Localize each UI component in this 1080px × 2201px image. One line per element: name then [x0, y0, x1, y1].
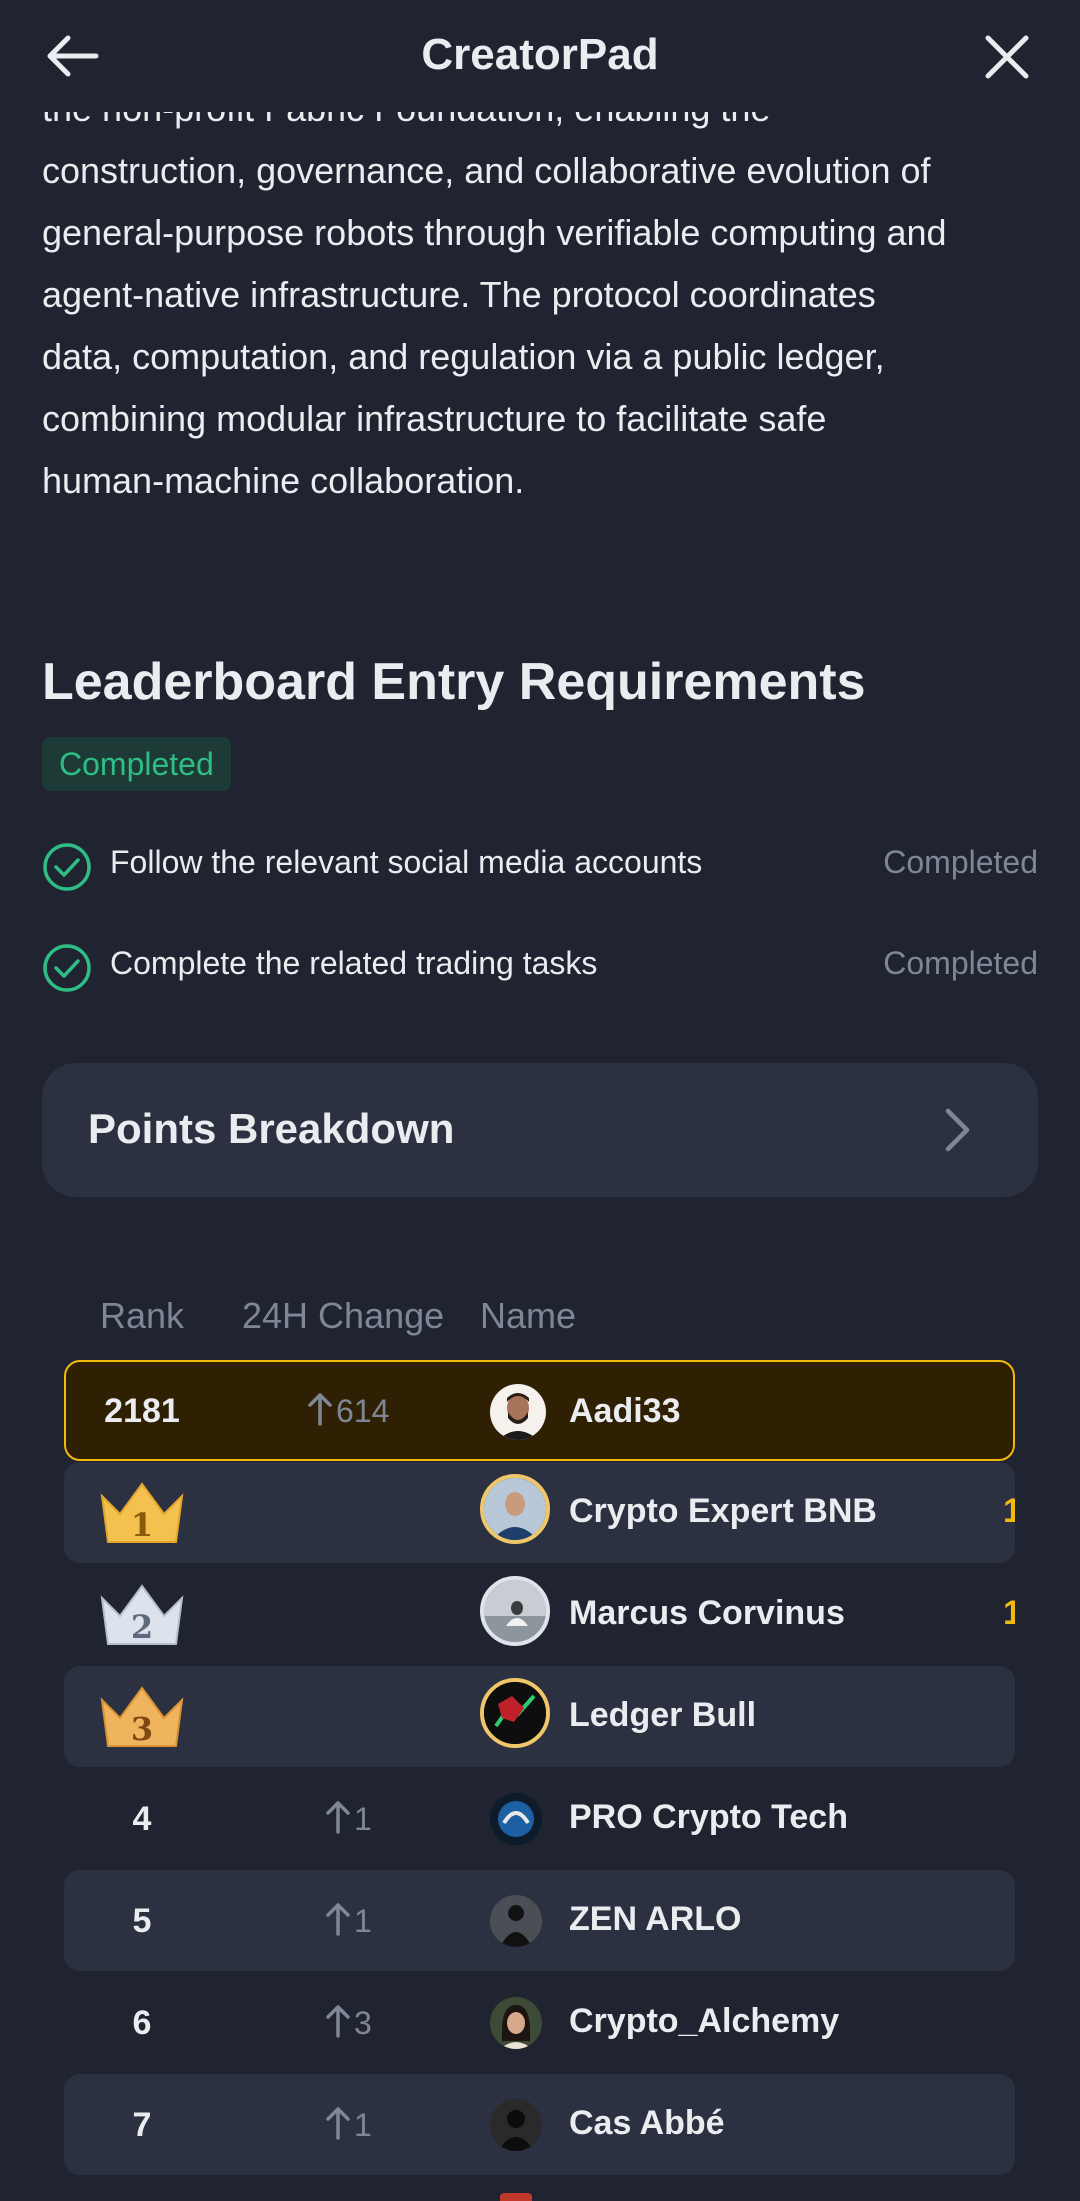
page-title: CreatorPad — [421, 30, 659, 79]
arrow-up-icon — [326, 2005, 350, 2038]
description-line: combining modular infrastructure to faci… — [42, 398, 827, 439]
rank-change-value: 1 — [354, 1903, 372, 1939]
table-row[interactable]: 3 Ledger Bull — [64, 1666, 1015, 1767]
user-points: 1 — [1003, 1492, 1015, 1530]
avatar — [490, 1384, 546, 1440]
avatar — [490, 1997, 542, 2049]
requirements-title: Leaderboard Entry Requirements — [42, 653, 866, 711]
table-row[interactable]: 7 1 Cas Abbé — [64, 2074, 1015, 2175]
gold-crown-icon: 1 — [100, 1482, 184, 1544]
rank-number: 5 — [132, 1902, 152, 1940]
rank-change: 614 — [308, 1392, 389, 1430]
top-bar: CreatorPad — [0, 0, 1080, 112]
avatar — [490, 1793, 542, 1845]
rank-change: 1 — [326, 2106, 372, 2144]
avatar — [480, 1474, 550, 1544]
rank-change-value: 614 — [336, 1393, 390, 1429]
user-name: Cas Abbé — [569, 2104, 725, 2142]
requirement-label: Complete the related trading tasks — [110, 945, 598, 981]
points-breakdown-label: Points Breakdown — [88, 1105, 455, 1152]
avatar — [480, 1678, 550, 1748]
check-circle-icon — [43, 944, 91, 992]
user-name: ZEN ARLO — [569, 1900, 742, 1938]
status-badge: Completed — [42, 737, 231, 791]
rank-number: 2181 — [104, 1392, 180, 1430]
requirement-status: Completed — [883, 844, 1038, 880]
requirement-status: Completed — [883, 945, 1038, 981]
description-line: agent-native infrastructure. The protoco… — [42, 274, 876, 315]
description-line: human-machine collaboration. — [42, 460, 525, 501]
table-row[interactable]: 5 1 ZEN ARLO — [64, 1870, 1015, 1971]
rank-number: 7 — [132, 2106, 152, 2144]
description-line: data, computation, and regulation via a … — [42, 336, 885, 377]
table-row[interactable]: 4 1 PRO Crypto Tech — [64, 1768, 1015, 1869]
rank-change: 1 — [326, 1902, 372, 1940]
avatar — [490, 2099, 542, 2151]
silver-crown-icon: 2 — [100, 1584, 184, 1646]
description-line: construction, governance, and collaborat… — [42, 150, 931, 191]
table-row[interactable]: 6 3 Crypto_Alchemy — [64, 1972, 1015, 2073]
crown-rank: 3 — [131, 1710, 153, 1748]
column-header-change: 24H Change — [242, 1295, 445, 1336]
leaderboard-list: 2181 614 Aadi33 1 Crypto Expert BNB 1 2 … — [64, 1360, 1015, 2201]
bronze-crown-icon: 3 — [100, 1686, 184, 1748]
arrow-up-icon — [308, 1393, 332, 1426]
points-breakdown-button[interactable]: Points Breakdown — [42, 1063, 1038, 1197]
user-name: Ledger Bull — [569, 1696, 757, 1734]
table-row[interactable]: 1 Crypto Expert BNB 1 — [64, 1462, 1015, 1563]
arrow-up-icon — [326, 2107, 350, 2140]
close-icon[interactable] — [984, 34, 1030, 80]
column-header-rank: Rank — [100, 1295, 185, 1336]
requirement-item: Follow the relevant social media account… — [42, 836, 1038, 896]
user-name: Marcus Corvinus — [569, 1594, 845, 1632]
user-name: PRO Crypto Tech — [569, 1798, 848, 1836]
avatar — [480, 1576, 550, 1646]
next-row-avatar-peek — [500, 2193, 532, 2201]
chevron-right-icon — [945, 1108, 970, 1152]
user-name: Aadi33 — [569, 1392, 681, 1430]
crown-rank: 2 — [131, 1608, 153, 1646]
arrow-up-icon — [326, 1801, 350, 1834]
requirement-item: Complete the related trading tasks Compl… — [42, 937, 1038, 997]
check-circle-icon — [43, 843, 91, 891]
table-row[interactable]: 2 Marcus Corvinus 1 — [64, 1564, 1015, 1665]
description-line: general-purpose robots through verifiabl… — [42, 212, 947, 253]
my-rank-row[interactable]: 2181 614 Aadi33 — [64, 1360, 1015, 1461]
arrow-up-icon — [326, 1903, 350, 1936]
project-description: the non-profit Fabric Foundation, enabli… — [0, 112, 1080, 552]
user-name: Crypto_Alchemy — [569, 2002, 840, 2040]
column-header-name: Name — [480, 1295, 577, 1336]
avatar — [490, 1895, 542, 1947]
crown-rank: 1 — [131, 1506, 153, 1544]
rank-change: 1 — [326, 1800, 372, 1838]
user-points: 1 — [1003, 1594, 1015, 1632]
rank-number: 6 — [132, 2004, 152, 2042]
description-line: the non-profit Fabric Foundation, enabli… — [42, 112, 1052, 140]
rank-change-value: 3 — [354, 2005, 372, 2041]
rank-change-value: 1 — [354, 1801, 372, 1837]
user-name: Crypto Expert BNB — [569, 1492, 877, 1530]
rank-change-value: 1 — [354, 2107, 372, 2143]
rank-number: 4 — [132, 1800, 152, 1838]
rank-change: 3 — [326, 2004, 372, 2042]
requirement-label: Follow the relevant social media account… — [110, 844, 703, 880]
